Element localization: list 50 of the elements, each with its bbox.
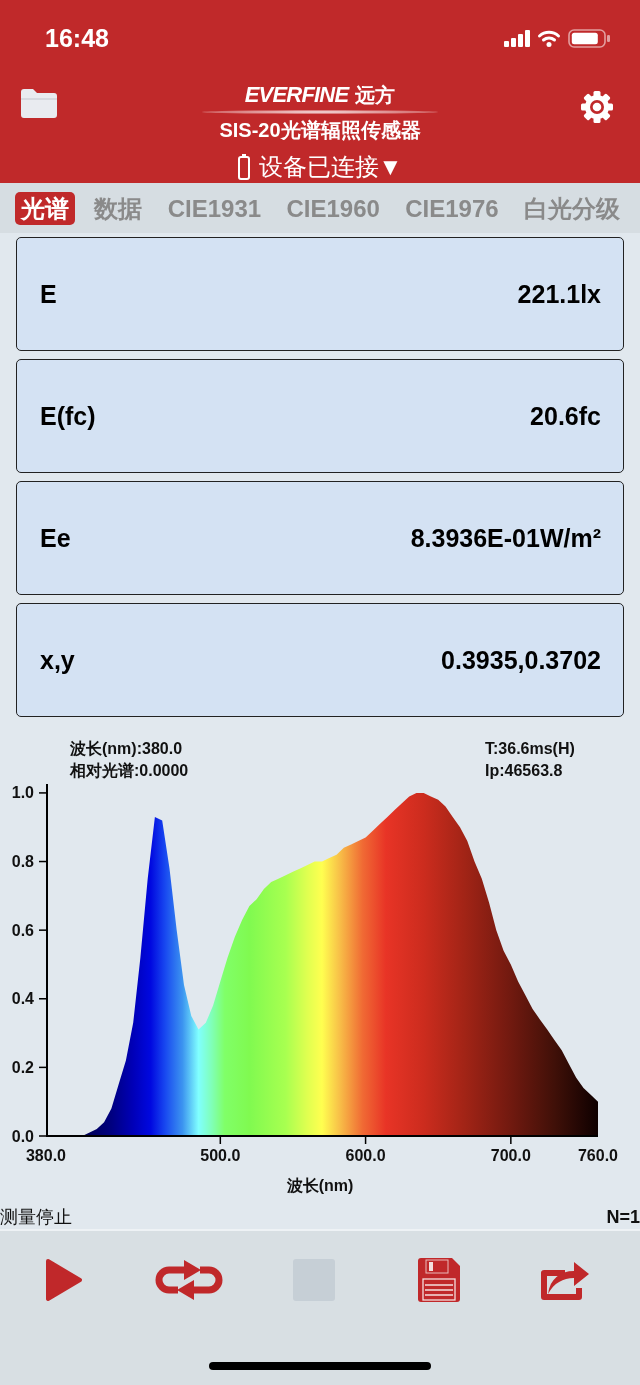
tab[interactable]: 白光分级 (517, 191, 626, 225)
measurement-label: x,y (40, 645, 75, 675)
tab[interactable]: CIE1931 (161, 191, 268, 225)
measurement-label: E(fc) (40, 401, 96, 431)
device-model-title: SIS-20光谱辐照传感器 (219, 118, 421, 142)
axis-tick-label: 700.0 (490, 1147, 531, 1164)
axis-title: 波长(nm) (286, 1177, 354, 1194)
wifi-icon (537, 29, 561, 47)
axis-tick-label: 760.0 (578, 1147, 618, 1164)
battery-icon (568, 28, 610, 48)
share-button[interactable] (538, 1259, 589, 1301)
play-icon (44, 1258, 83, 1302)
wavelength-readout: 波长(nm):380.0 (70, 739, 184, 759)
axis-tick-label: 0.8 (11, 853, 34, 871)
tab[interactable]: 光谱 (15, 191, 75, 225)
measurement-value: 0.3935,0.3702 (441, 645, 601, 675)
relative-spectrum-readout: 相对光谱:0.0000 (70, 761, 190, 781)
measurement-value: 8.3936E-01W/m² (410, 523, 601, 553)
play-button[interactable] (44, 1258, 83, 1302)
axis-tick-label: 1.0 (11, 784, 34, 802)
measurement-label: Ee (40, 523, 71, 553)
axis-tick-label: 600.0 (345, 1147, 386, 1164)
tab[interactable]: CIE1976 (399, 191, 505, 225)
measurement-label: E (40, 279, 57, 309)
axis-tick-label: 500.0 (200, 1147, 241, 1164)
axis-tick-label: 0.6 (11, 921, 34, 939)
repeat-button[interactable] (154, 1259, 223, 1301)
tab[interactable]: 数据 (88, 191, 149, 225)
brand-logo-cn-text: 远方 (355, 83, 396, 108)
axis-tick-label: 0.2 (11, 1058, 34, 1076)
axis-tick-label: 0.0 (11, 1127, 34, 1145)
device-status-dropdown[interactable]: 设备已连接▼ (258, 152, 403, 182)
battery-icon (237, 154, 250, 180)
repeat-icon (154, 1259, 223, 1301)
integration-time-text: T:36.6ms(H) (485, 739, 576, 759)
clock-time: 16:48 (45, 23, 110, 53)
axis-tick-label: 0.4 (11, 990, 34, 1008)
sample-count-text: N=1 (606, 1206, 640, 1228)
measurement-value: 221.1lx (517, 279, 601, 309)
tab[interactable]: CIE1960 (280, 191, 386, 225)
brand-logo-text: EVERFINE (244, 82, 349, 108)
signal-icon (504, 29, 530, 47)
share-icon (538, 1259, 589, 1301)
settings-icon[interactable] (580, 90, 614, 124)
axis-tick-label: 380.0 (26, 1147, 66, 1164)
peak-count-text: Ip:46563.8 (485, 761, 564, 781)
folder-icon[interactable] (20, 88, 58, 118)
measurement-state-text: 测量停止 (0, 1206, 72, 1229)
measurement-value: 20.6fc (530, 401, 601, 431)
save-button[interactable] (417, 1258, 460, 1302)
